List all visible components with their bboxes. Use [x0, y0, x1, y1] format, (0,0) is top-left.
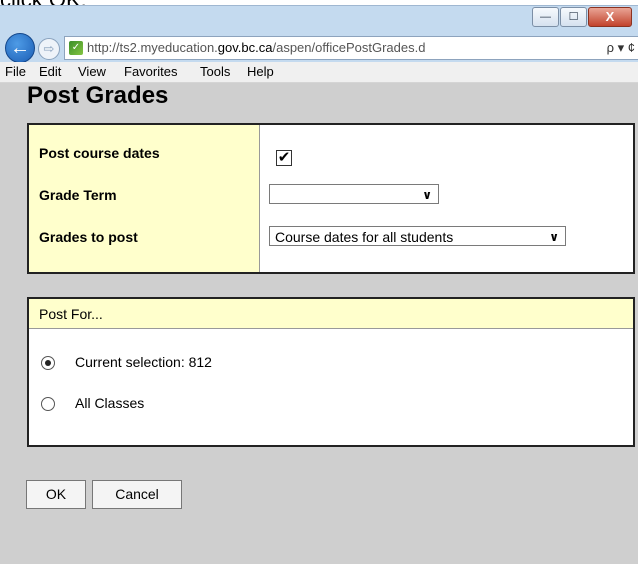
url-path: /aspen/officePostGrades.d: [272, 40, 426, 55]
grades-to-post-value: Course dates for all students: [275, 229, 454, 245]
url-text: http://ts2.myeducation.gov.bc.ca/aspen/o…: [87, 37, 425, 59]
site-favicon-icon: ✓: [69, 41, 83, 55]
forward-arrow-icon[interactable]: ⇨: [38, 38, 60, 60]
grades-to-post-select[interactable]: Course dates for all students ∨: [269, 226, 566, 246]
window-controls: — ☐ X: [531, 7, 632, 27]
post-course-dates-label: Post course dates: [39, 145, 160, 161]
menu-view[interactable]: View: [78, 64, 106, 79]
grade-term-label: Grade Term: [39, 187, 117, 203]
grade-term-select[interactable]: ∨: [269, 184, 439, 204]
chevron-down-icon: ∨: [422, 188, 432, 202]
form-labels-column: Post course dates Grade Term Grades to p…: [29, 125, 260, 272]
menu-edit[interactable]: Edit: [39, 64, 61, 79]
menu-file[interactable]: File: [5, 64, 26, 79]
menu-favorites[interactable]: Favorites: [124, 64, 177, 79]
current-selection-radio[interactable]: [41, 356, 55, 370]
menu-help[interactable]: Help: [247, 64, 274, 79]
address-bar[interactable]: ✓ http://ts2.myeducation.gov.bc.ca/aspen…: [64, 36, 638, 60]
chevron-down-icon: ∨: [549, 230, 559, 244]
browser-window: — ☐ X ← ⇨ ✓ http://ts2.myeducation.gov.b…: [0, 5, 638, 564]
close-button[interactable]: X: [588, 7, 632, 27]
post-for-header: Post For...: [29, 299, 633, 329]
post-grades-form: Post course dates Grade Term Grades to p…: [27, 123, 635, 274]
menu-tools[interactable]: Tools: [200, 64, 230, 79]
page-title: Post Grades: [27, 82, 169, 109]
all-classes-label: All Classes: [75, 395, 145, 411]
minimize-button[interactable]: —: [532, 7, 559, 27]
maximize-button[interactable]: ☐: [560, 7, 587, 27]
ok-button[interactable]: OK: [26, 480, 86, 509]
url-domain: gov.bc.ca: [217, 40, 273, 55]
back-arrow-icon[interactable]: ←: [5, 33, 35, 63]
page-content: Post Grades Post course dates Grade Term…: [0, 82, 638, 564]
search-refresh-icon[interactable]: ρ ▾ ¢: [607, 37, 635, 59]
current-selection-label: Current selection: 812: [75, 354, 212, 370]
all-classes-radio[interactable]: [41, 397, 55, 411]
grades-to-post-label: Grades to post: [39, 229, 138, 245]
title-bar: — ☐ X: [0, 6, 638, 32]
post-for-panel: Post For... Current selection: 812 All C…: [27, 297, 635, 447]
post-course-dates-checkbox[interactable]: ✔: [276, 150, 292, 166]
url-prefix: http://ts2.myeducation.: [87, 40, 218, 55]
cancel-button[interactable]: Cancel: [92, 480, 182, 509]
navigation-bar: ← ⇨ ✓ http://ts2.myeducation.gov.bc.ca/a…: [0, 32, 638, 63]
menu-bar: File Edit View Favorites Tools Help: [0, 62, 638, 83]
